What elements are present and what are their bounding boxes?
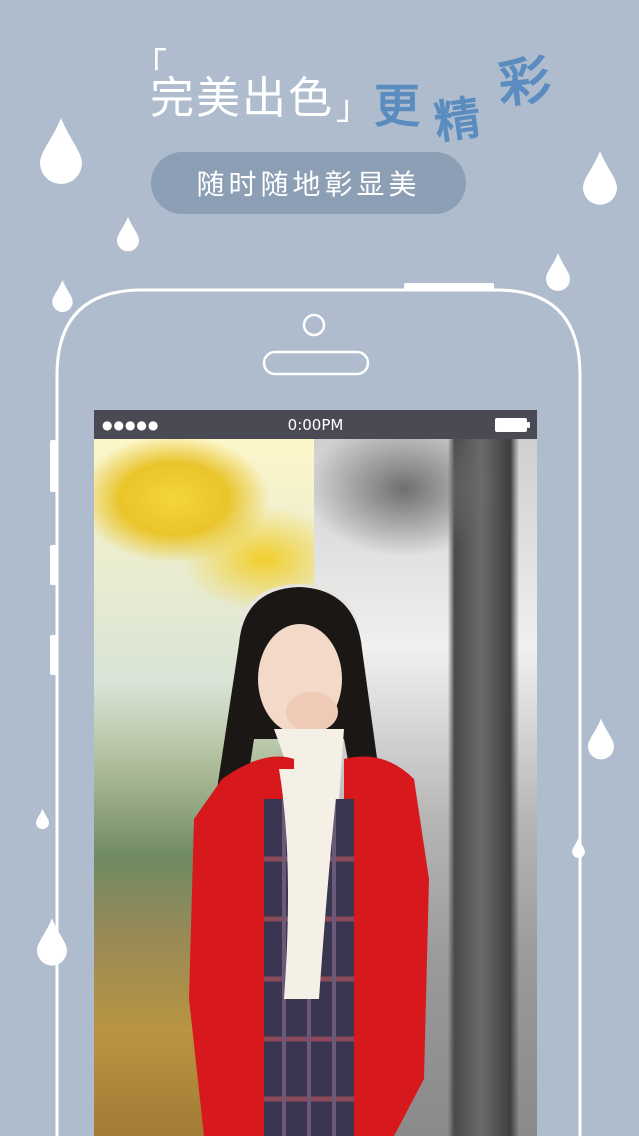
status-bar: ●●●●● 0:00PM	[94, 410, 537, 439]
phone-screen: ●●●●● 0:00PM	[94, 410, 537, 1136]
before-after-photo	[94, 439, 537, 1136]
speaker-slot	[262, 350, 370, 376]
battery-icon	[495, 418, 530, 432]
portrait-figure	[189, 584, 429, 1136]
status-time: 0:00PM	[287, 416, 344, 434]
front-camera-icon	[302, 313, 326, 337]
